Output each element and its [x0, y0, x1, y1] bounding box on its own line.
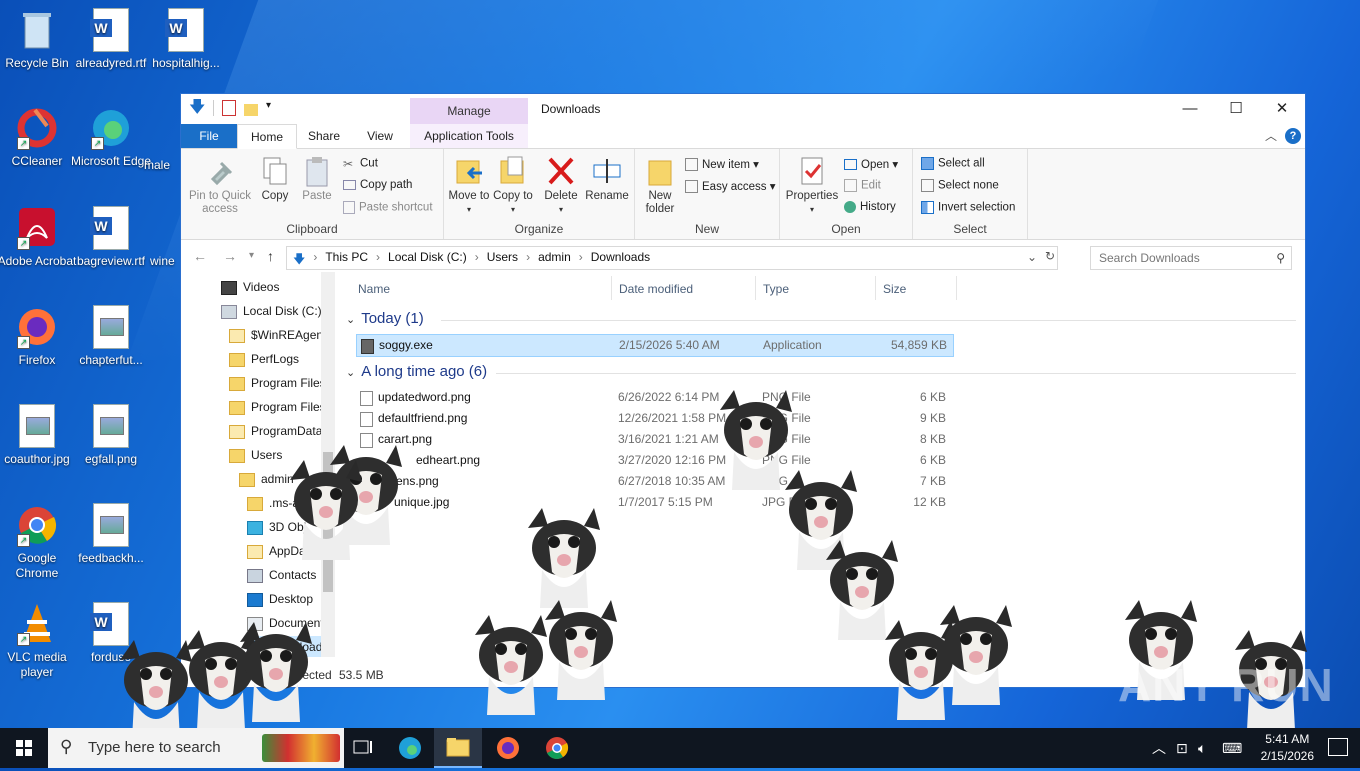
taskbar-file-explorer-button[interactable]: [434, 728, 482, 768]
system-clock[interactable]: 5:41 AM 2/15/2026: [1261, 731, 1314, 765]
task-view-button[interactable]: [338, 728, 386, 768]
task-view-icon: [353, 740, 372, 754]
windows-logo-icon: [16, 740, 32, 756]
cat-sticker: [720, 390, 792, 490]
clock-time: 5:41 AM: [1265, 732, 1310, 746]
search-highlight-gift-icon: [262, 734, 340, 762]
cat-overlay-layer: [120, 390, 1307, 728]
taskbar-edge-button[interactable]: [386, 728, 434, 768]
anyrun-watermark: ANY RUN: [1118, 659, 1334, 711]
search-placeholder: Type here to search: [88, 739, 221, 756]
volume-icon[interactable]: 🔈︎: [1198, 728, 1206, 768]
file-explorer-icon: [446, 738, 470, 757]
taskbar-search-box[interactable]: ⚲ Type here to search: [48, 728, 344, 768]
clock-date: 2/15/2026: [1260, 749, 1314, 763]
taskbar: ⚲ Type here to search ︿ ⊡ 🔈︎ ⌨︎ 5:41 AM …: [0, 728, 1360, 768]
firefox-icon: [497, 737, 519, 759]
search-icon: ⚲: [60, 737, 73, 756]
cat-sticker: [785, 470, 857, 570]
cat-sticker: [240, 622, 312, 722]
show-hidden-icons-chevron[interactable]: ︿: [1152, 728, 1166, 768]
cat-sticker: [475, 615, 547, 715]
cat-sticker: [826, 540, 898, 640]
cat-sticker: [185, 630, 257, 728]
cat-sticker: [940, 605, 1012, 705]
cat-sticker: [120, 640, 192, 728]
start-button[interactable]: [0, 728, 48, 768]
taskbar-chrome-button[interactable]: [533, 728, 581, 768]
edge-icon: [399, 737, 421, 759]
network-icon[interactable]: ⊡: [1176, 728, 1188, 768]
cat-sticker: [545, 600, 617, 700]
keyboard-icon[interactable]: ⌨︎: [1222, 728, 1242, 768]
chrome-icon: [546, 737, 569, 759]
notification-icon[interactable]: [1328, 738, 1348, 756]
cat-sticker: [528, 508, 600, 608]
taskbar-firefox-button[interactable]: [484, 728, 532, 768]
